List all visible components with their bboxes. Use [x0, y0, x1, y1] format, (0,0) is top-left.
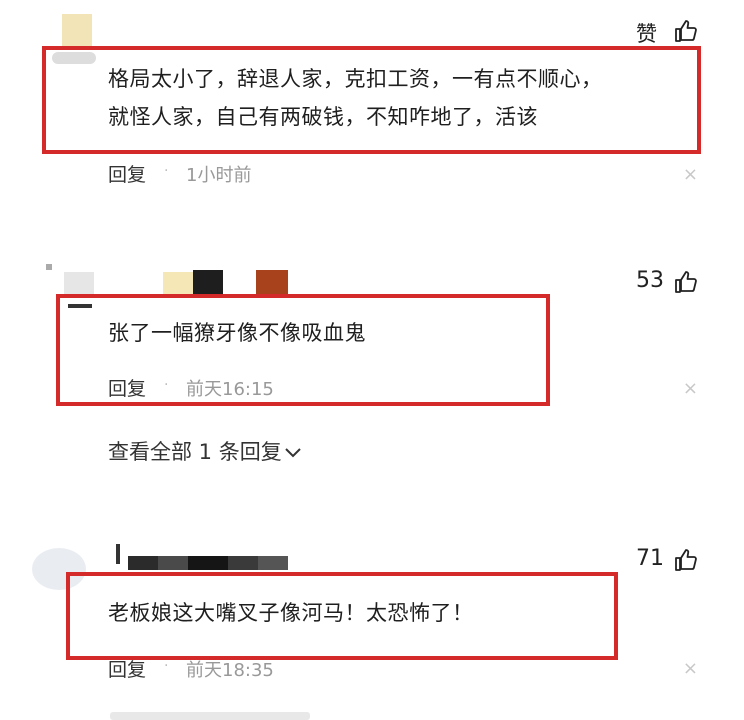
blurred-username — [188, 556, 228, 570]
like-count: 71 — [636, 546, 664, 571]
thumbs-up-icon[interactable] — [674, 548, 698, 572]
view-all-replies-link[interactable]: 查看全部 1 条回复 — [108, 436, 302, 466]
comment-time: 前天18:35 — [186, 660, 274, 681]
close-icon[interactable]: × — [683, 166, 698, 184]
thumbs-up-icon[interactable] — [674, 19, 698, 43]
comment-time: 前天16:15 — [186, 379, 274, 400]
comment-text-line: 张了一幅獠牙像不像吸血鬼 — [108, 321, 366, 345]
close-icon[interactable]: × — [683, 660, 698, 678]
like-count: 53 — [636, 268, 664, 293]
view-all-replies-label: 查看全部 1 条回复 — [108, 440, 282, 464]
comment-text-line: 就怪人家，自己有两破钱，不知咋地了，活该 — [108, 105, 538, 129]
thumbs-up-icon[interactable] — [674, 270, 698, 294]
close-icon[interactable]: × — [683, 380, 698, 398]
cropped-next-item — [110, 712, 310, 720]
separator-dot: · — [164, 163, 169, 179]
blurred-username — [258, 556, 288, 570]
blurred-username — [64, 272, 94, 294]
blurred-username — [193, 270, 223, 294]
comment-text-line: 格局太小了，辞退人家，克扣工资，一有点不顺心， — [108, 67, 603, 91]
blurred-username — [128, 556, 158, 570]
like-label: 赞 — [636, 22, 657, 46]
reply-button[interactable]: 回复 — [108, 374, 146, 401]
blurred-username — [228, 556, 258, 570]
blurred-username — [116, 544, 120, 564]
blurred-username — [163, 272, 193, 294]
reply-button[interactable]: 回复 — [108, 160, 146, 187]
reply-button[interactable]: 回复 — [108, 655, 146, 682]
separator-dot: · — [164, 658, 169, 674]
blurred-username — [62, 14, 92, 48]
blurred-username — [256, 270, 288, 294]
separator-dot: · — [164, 377, 169, 393]
comment-text-line: 老板娘这大嘴叉子像河马！太恐怖了！ — [108, 601, 474, 625]
comment-time: 1小时前 — [186, 165, 252, 186]
blurred-avatar-fragment — [46, 264, 52, 270]
chevron-down-icon — [285, 448, 301, 458]
blurred-username — [158, 556, 188, 570]
blurred-avatar-fragment — [68, 304, 92, 308]
